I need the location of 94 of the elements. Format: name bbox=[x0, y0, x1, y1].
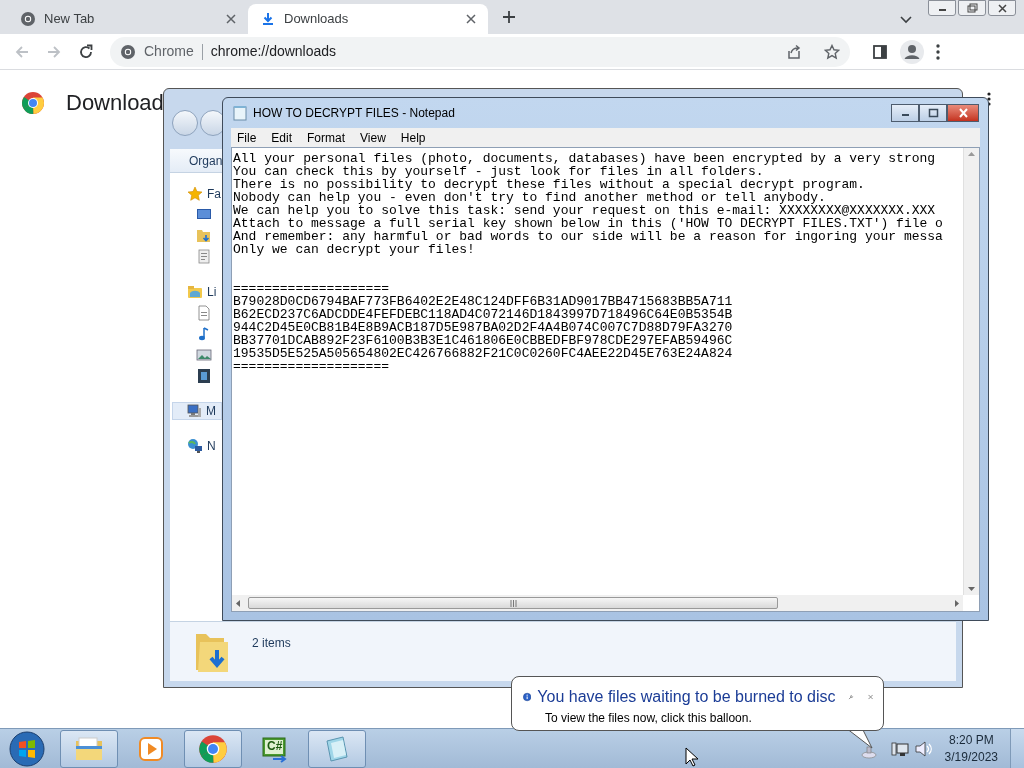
menu-item[interactable]: View bbox=[360, 128, 386, 147]
chrome-logo-icon bbox=[21, 90, 45, 115]
chrome-icon bbox=[20, 11, 36, 27]
page-title: Download bbox=[66, 89, 164, 117]
chrome-icon bbox=[120, 43, 136, 60]
text-line: There is no possibility to decrypt these files without a special decrypt program. bbox=[233, 178, 866, 191]
close-icon bbox=[996, 3, 1008, 13]
taskbar-button[interactable] bbox=[308, 729, 366, 768]
nav-label: Li bbox=[207, 284, 217, 301]
nav-item[interactable]: N bbox=[186, 437, 217, 455]
reload-icon[interactable] bbox=[78, 43, 94, 60]
balloon-message: To view the files now, click this balloon. bbox=[545, 710, 753, 727]
tab-title: Downloads bbox=[284, 10, 350, 29]
notepad-icon bbox=[233, 105, 247, 121]
horizontal-scrollbar[interactable] bbox=[232, 595, 963, 611]
restore-icon bbox=[966, 3, 978, 13]
recent-icon[interactable] bbox=[196, 249, 212, 265]
chevron-down-icon[interactable] bbox=[900, 16, 912, 24]
nav-label: N bbox=[207, 438, 216, 455]
downloads-icon[interactable] bbox=[196, 228, 212, 244]
picture-icon[interactable] bbox=[196, 347, 212, 363]
scroll-down-icon[interactable] bbox=[968, 587, 975, 591]
network-icon bbox=[187, 438, 203, 454]
icon-label: C# bbox=[267, 738, 283, 753]
libraries-icon bbox=[187, 284, 203, 300]
maximize-button[interactable] bbox=[919, 104, 947, 122]
url-text: chrome://downloads bbox=[210, 42, 338, 61]
download-icon bbox=[260, 11, 276, 27]
close-button[interactable] bbox=[947, 104, 979, 122]
close-icon[interactable] bbox=[226, 14, 236, 24]
text-line: And remember: any harmful or bad words to our side will be a reason for ingoring your messa bbox=[233, 230, 944, 243]
site-label: Chrome bbox=[144, 42, 194, 61]
volume-icon[interactable] bbox=[914, 740, 933, 757]
more-menu-icon[interactable] bbox=[936, 43, 940, 60]
grip-icon bbox=[509, 599, 517, 607]
vertical-scrollbar[interactable] bbox=[963, 148, 979, 595]
restore-button[interactable] bbox=[958, 0, 986, 16]
close-button[interactable] bbox=[988, 0, 1016, 16]
plus-icon[interactable] bbox=[502, 10, 516, 24]
video-icon[interactable] bbox=[196, 368, 212, 384]
side-panel-icon[interactable] bbox=[872, 43, 888, 60]
burn-disc-icon[interactable] bbox=[860, 744, 877, 759]
clock-time: 8:20 PM bbox=[948, 731, 994, 749]
maximize-icon bbox=[927, 108, 939, 118]
scroll-left-icon[interactable] bbox=[236, 599, 240, 607]
minimize-button[interactable] bbox=[891, 104, 919, 122]
close-icon bbox=[957, 108, 969, 118]
tab-title: New Tab bbox=[44, 10, 96, 29]
nav-item[interactable]: Li bbox=[186, 283, 218, 301]
organize-menu[interactable]: Organ bbox=[189, 151, 223, 170]
clock[interactable]: 8:20 PM 3/19/2023 bbox=[944, 731, 998, 766]
nav-label: Fa bbox=[207, 186, 221, 203]
document-icon[interactable] bbox=[196, 305, 212, 321]
clock-date: 3/19/2023 bbox=[944, 748, 998, 766]
profile-icon[interactable] bbox=[900, 39, 924, 64]
separator-line: ==================== bbox=[233, 282, 391, 295]
text-line: Only we can decrypt your files! bbox=[233, 243, 476, 256]
balloon-title: You have files waiting to be burned to disc bbox=[537, 687, 836, 707]
item-count: 2 items bbox=[252, 635, 291, 652]
menu-item[interactable]: Format bbox=[307, 128, 346, 147]
serial-key-line: BB37701DCAB892F23F6100B3B3E1C461806E0CBBEDFBF978CDE297EFAB59496C bbox=[233, 334, 734, 347]
serial-key-line: 944C2D45E0CB81B4E8B9ACB187D5E987BA02D2F4A4B074C007C7D88D79FA3270 bbox=[233, 321, 734, 334]
menu-item[interactable]: Edit bbox=[271, 128, 293, 147]
nav-item[interactable]: Fa bbox=[186, 185, 222, 203]
text-line: You can check this by yourself - just look for files in all folders. bbox=[233, 165, 764, 178]
text-line: Attach to message a full serial key shown below in this ('HOW TO DECRYPT FILES.TXT') file o bbox=[233, 217, 944, 230]
star-icon[interactable] bbox=[824, 43, 840, 60]
serial-key-line: B62ECD237C6ADCDDE4FEFDEBC118AD4C072146D1843997D718496C64E0B5354B bbox=[233, 308, 734, 321]
serial-key-line: B79028D0CD6794BAF773FB6402E2E48C124DFF6B31AD9017BB4715683BB5A711 bbox=[233, 295, 734, 308]
chrome-icon bbox=[198, 733, 228, 764]
close-icon[interactable] bbox=[466, 14, 476, 24]
text-line: Nobody can help you - even don't try to find another method or tell anybody. bbox=[233, 191, 826, 204]
nav-item[interactable]: M bbox=[172, 402, 222, 420]
separator-line: ==================== bbox=[233, 360, 391, 373]
start-button[interactable] bbox=[9, 730, 45, 767]
window-title: HOW TO DECRYPT FILES - Notepad bbox=[253, 105, 456, 122]
mouse-cursor-icon bbox=[684, 746, 699, 767]
nav-label: M bbox=[206, 403, 216, 420]
serial-key-line: 19535D5E525A505654802EC426766882F21C0C0260FC4AEE22D45E763E24A824 bbox=[233, 347, 734, 360]
scroll-thumb[interactable] bbox=[248, 597, 778, 609]
share-icon[interactable] bbox=[786, 43, 802, 60]
menu-item[interactable]: File bbox=[237, 128, 257, 147]
text-line: We can help you to solve this task: send your request on this e-mail: XXXXXXXX@XXXXXXX.XXX bbox=[233, 204, 937, 217]
address-bar[interactable]: Chrome chrome://downloads bbox=[110, 36, 850, 67]
computer-icon bbox=[186, 403, 202, 419]
minimize-button[interactable] bbox=[928, 0, 956, 16]
browser-tab[interactable]: Downloads bbox=[248, 4, 488, 34]
menu-item[interactable]: Help bbox=[400, 128, 426, 147]
favorites-icon bbox=[187, 186, 203, 202]
taskbar-button[interactable]: C# bbox=[246, 729, 304, 768]
network-icon[interactable] bbox=[890, 740, 909, 757]
text-line: All your personal files (photo, documents, databases) have been encrypted by a very strong bbox=[233, 152, 937, 165]
taskbar-button[interactable] bbox=[184, 729, 242, 768]
taskbar-button[interactable] bbox=[60, 729, 118, 768]
